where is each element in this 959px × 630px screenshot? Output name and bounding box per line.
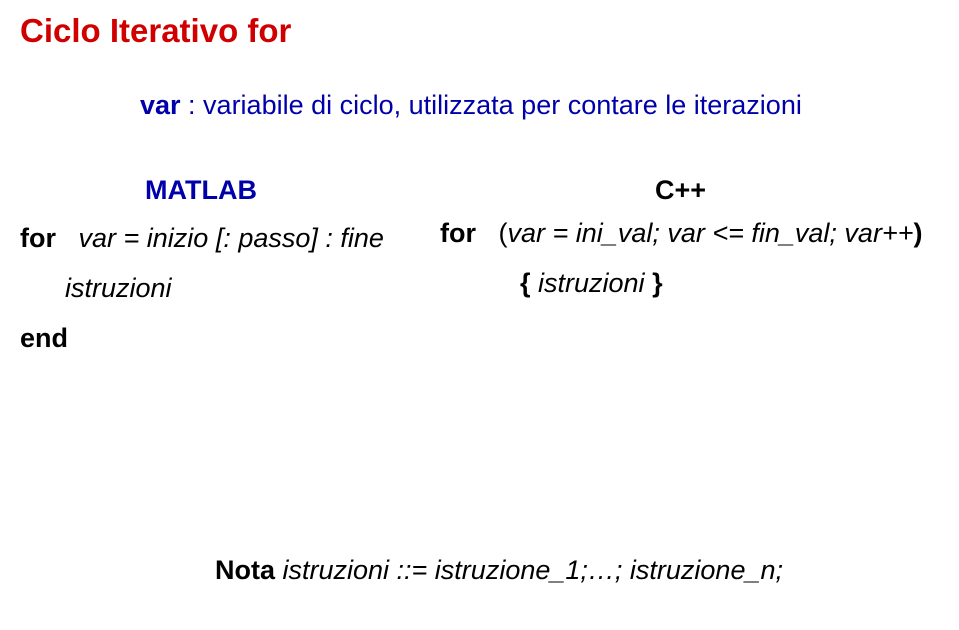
note-rest: istruzioni ::= istruzione_1;…; istruzion…: [275, 555, 783, 585]
subtitle: var : variabile di ciclo, utilizzata per…: [140, 90, 802, 121]
matlab-label: MATLAB: [145, 175, 257, 206]
matlab-end-keyword: end: [20, 323, 68, 354]
cpp-for-keyword: for: [440, 218, 476, 248]
page-title: Ciclo Iterativo for: [20, 12, 291, 50]
cpp-line2-body: istruzioni: [531, 268, 653, 298]
subtitle-var: var: [140, 90, 181, 120]
matlab-line2: istruzioni: [65, 273, 172, 304]
cpp-line1: for (var = ini_val; var <= fin_val; var+…: [440, 218, 922, 249]
cpp-close-paren: ): [913, 218, 922, 248]
note-bold: Nota: [215, 555, 275, 585]
matlab-for-keyword: for: [20, 223, 56, 253]
matlab-line1: for var = inizio [: passo] : fine: [20, 223, 384, 254]
cpp-close-brace: }: [652, 268, 663, 298]
cpp-line1-body: var = ini_val; var <= fin_val; var++: [508, 218, 914, 248]
subtitle-rest: : variabile di ciclo, utilizzata per con…: [181, 90, 802, 120]
cpp-line2: { istruzioni }: [520, 268, 663, 299]
cpp-label: C++: [655, 175, 706, 206]
cpp-open-paren: (: [499, 218, 508, 248]
cpp-open-brace: {: [520, 268, 531, 298]
matlab-line1-rest: var = inizio [: passo] : fine: [79, 223, 384, 253]
note: Nota istruzioni ::= istruzione_1;…; istr…: [215, 555, 783, 586]
